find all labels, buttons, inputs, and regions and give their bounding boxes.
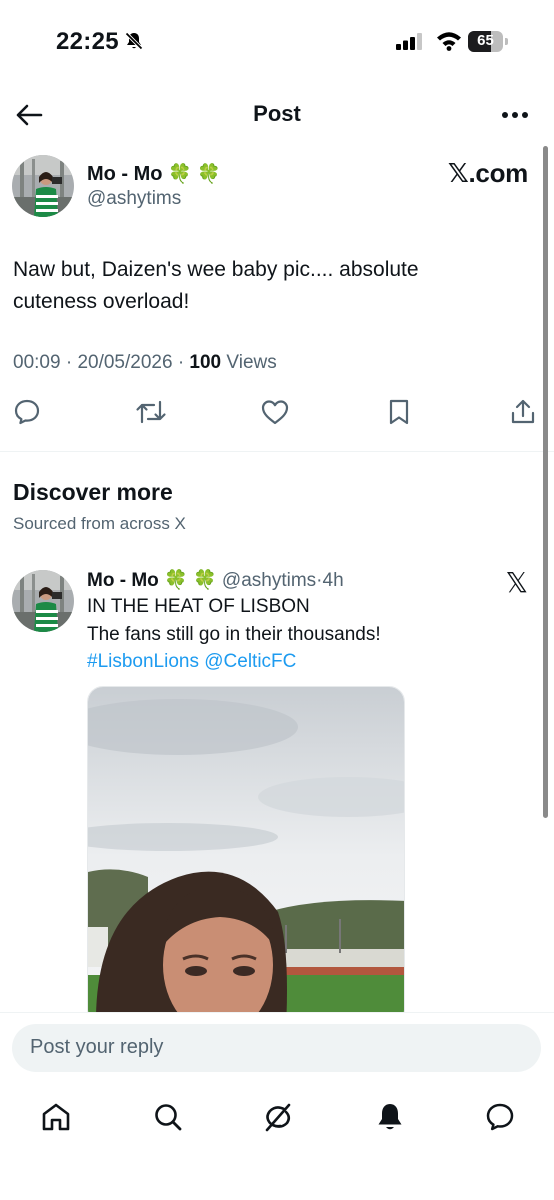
more-horizontal-icon [502,112,528,118]
post-header: Post [0,84,554,146]
reply-placeholder: Post your reply [30,1036,164,1058]
messages-icon [486,1103,514,1131]
recommended-author-name[interactable]: Mo - Mo [87,570,159,591]
reply-icon [14,399,40,425]
scrollbar[interactable] [543,146,548,818]
post-actions [0,396,554,432]
recommended-author-avatar[interactable] [12,570,74,632]
home-icon [42,1103,70,1131]
discover-title: Discover more [13,479,173,505]
recommended-handle[interactable]: @ashytims [222,570,316,591]
tab-grok[interactable] [258,1097,298,1137]
status-bar: 22:25 65 [0,0,554,84]
post-date[interactable]: 20/05/2026 [77,352,172,373]
page-title: Post [253,101,301,126]
recommended-hashtags[interactable]: #LisbonLions @CelticFC [87,651,296,673]
recommended-age: 4h [322,570,344,591]
recommended-text-line1: IN THE HEAT OF LISBON [87,596,310,617]
views-count: 100 [189,352,222,373]
bell-off-icon [124,31,144,56]
tab-home[interactable] [36,1097,76,1137]
search-icon [155,1104,182,1131]
status-time: 22:25 [56,28,119,55]
clover-emoji: 🍀 🍀 [164,570,217,591]
post-time[interactable]: 00:09 [13,352,61,373]
clover-emoji: 🍀 🍀 [168,164,221,185]
share-button[interactable] [507,396,539,428]
bookmark-button[interactable] [383,396,415,428]
like-icon [261,400,289,425]
section-divider [0,451,554,452]
recommended-text-line2: The fans still go in their thousands! [87,624,381,645]
views-label: Views [226,352,277,373]
tab-search[interactable] [148,1097,188,1137]
battery-percent: 65 [477,32,494,49]
bottom-panel: Post your reply [0,1012,554,1200]
grok-icon [265,1103,291,1132]
author-name[interactable]: Mo - Mo 🍀 🍀 [87,162,221,186]
x-source-label: 𝕏.com [447,158,528,188]
more-options-button[interactable] [498,98,532,132]
notifications-icon [378,1104,402,1130]
tab-notifications[interactable] [370,1097,410,1137]
wifi-icon [436,30,462,56]
author-avatar[interactable] [12,155,74,217]
author-handle[interactable]: @ashytims [87,188,181,210]
share-icon [511,399,535,424]
discover-subtitle: Sourced from across X [13,514,186,533]
tab-messages[interactable] [480,1097,520,1137]
repost-button[interactable] [135,396,167,428]
battery-indicator: 65 [468,31,508,52]
like-button[interactable] [259,396,291,428]
reply-button[interactable] [11,396,43,428]
tab-bar [0,1097,554,1141]
x-logo-icon: 𝕏 [505,567,528,598]
bookmark-icon [389,399,409,425]
post-metadata: 00:09 · 20/05/2026 · 100 Views [13,352,277,373]
recommended-post-header: Mo - Mo 🍀 🍀 @ashytims·4h [87,570,344,591]
repost-icon [136,400,166,424]
recommended-media[interactable] [87,686,405,1026]
reply-input[interactable]: Post your reply [12,1024,541,1072]
cellular-signal-icon [396,33,424,55]
post-text: Naw but, Daizen's wee baby pic.... absol… [13,258,419,313]
